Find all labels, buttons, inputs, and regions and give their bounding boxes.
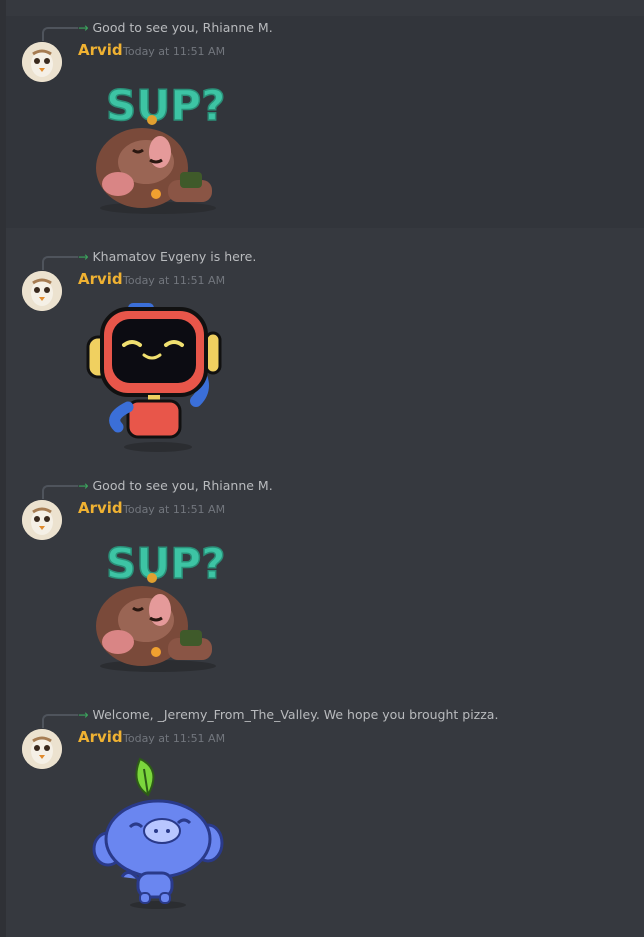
svg-text:SUP?: SUP?	[106, 81, 226, 130]
message-3[interactable]: → Good to see you, Rhianne M. Arvid Today…	[6, 474, 644, 692]
sup-sloth-sticker[interactable]: SUP?	[78, 72, 238, 232]
timestamp[interactable]: Today at 11:51 AM	[123, 45, 225, 58]
join-arrow-icon: →	[78, 478, 89, 493]
reply-connector	[42, 27, 78, 41]
svg-text:SUP?: SUP?	[106, 539, 226, 588]
reply-text: Welcome, _Jeremy_From_The_Valley. We hop…	[92, 707, 499, 722]
author-name[interactable]: Arvid	[78, 41, 123, 59]
join-arrow-icon: →	[78, 707, 89, 722]
message-1[interactable]: → Good to see you, Rhianne M. Arvid Today…	[6, 16, 644, 228]
join-arrow-icon: →	[78, 249, 89, 264]
reply-preview[interactable]: → Good to see you, Rhianne M.	[78, 20, 273, 35]
reply-connector	[42, 485, 78, 499]
reply-preview[interactable]: → Welcome, _Jeremy_From_The_Valley. We ho…	[78, 707, 498, 722]
message-4[interactable]: → Welcome, _Jeremy_From_The_Valley. We ho…	[6, 703, 644, 923]
reply-preview[interactable]: → Khamatov Evgeny is here.	[78, 249, 256, 264]
reply-text: Good to see you, Rhianne M.	[92, 478, 273, 493]
avatar[interactable]	[22, 500, 62, 540]
reply-connector	[42, 714, 78, 728]
reply-text: Khamatov Evgeny is here.	[92, 249, 257, 264]
author-name[interactable]: Arvid	[78, 270, 123, 288]
reply-connector	[42, 256, 78, 270]
reply-text: Good to see you, Rhianne M.	[92, 20, 273, 35]
avatar[interactable]	[22, 271, 62, 311]
message-2[interactable]: → Khamatov Evgeny is here. Arvid Today at…	[6, 245, 644, 465]
robot-waving-sticker[interactable]	[78, 297, 238, 457]
timestamp[interactable]: Today at 11:51 AM	[123, 732, 225, 745]
timestamp[interactable]: Today at 11:51 AM	[123, 503, 225, 516]
join-arrow-icon: →	[78, 20, 89, 35]
avatar[interactable]	[22, 729, 62, 769]
author-name[interactable]: Arvid	[78, 728, 123, 746]
wumpus-sprout-sticker[interactable]	[78, 755, 238, 915]
author-name[interactable]: Arvid	[78, 499, 123, 517]
timestamp[interactable]: Today at 11:51 AM	[123, 274, 225, 287]
avatar[interactable]	[22, 42, 62, 82]
sup-sloth-sticker[interactable]: SUP?	[78, 530, 238, 690]
reply-preview[interactable]: → Good to see you, Rhianne M.	[78, 478, 273, 493]
